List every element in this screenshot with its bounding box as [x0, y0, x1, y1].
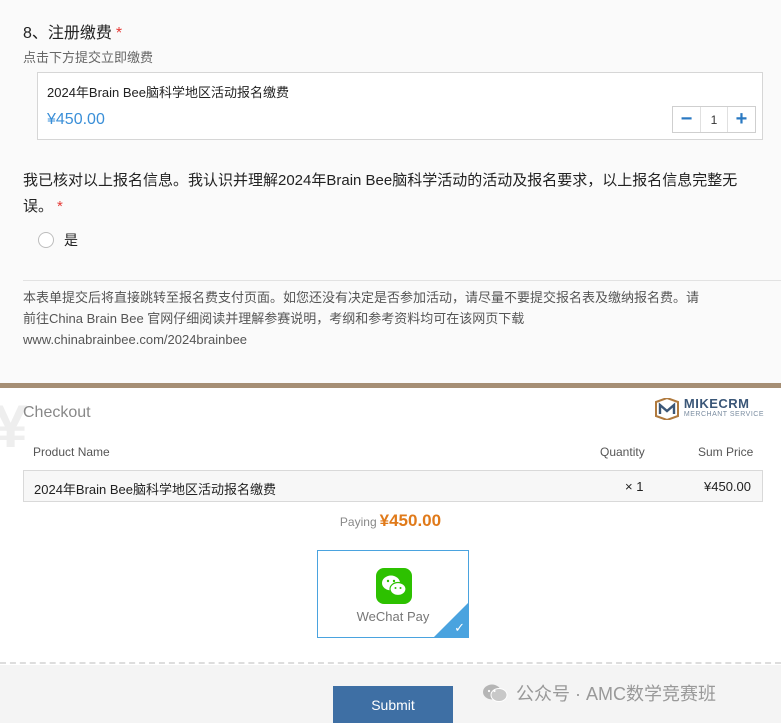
- confirm-statement: 我已核对以上报名信息。我认识并理解2024年Brain Bee脑科学活动的活动及…: [23, 172, 738, 215]
- decrease-quantity-button[interactable]: −: [673, 107, 700, 132]
- row-sum-price: ¥450.00: [704, 479, 751, 494]
- product-name: 2024年Brain Bee脑科学地区活动报名缴费: [47, 85, 290, 100]
- row-product-name: 2024年Brain Bee脑科学地区活动报名缴费: [34, 482, 277, 497]
- required-mark: *: [115, 25, 123, 42]
- header-quantity: Quantity: [600, 445, 645, 459]
- wechat-icon: [376, 568, 412, 604]
- confirm-option-label: 是: [64, 232, 78, 248]
- notice-link[interactable]: www.chinabrainbee.com/2024brainbee: [23, 329, 768, 350]
- required-mark: *: [57, 198, 63, 215]
- quantity-input[interactable]: 1: [700, 107, 728, 132]
- logo-text: MIKECRM: [683, 396, 750, 411]
- submit-button[interactable]: Submit: [333, 686, 453, 723]
- paying-summary: Paying ¥450.00: [0, 511, 781, 531]
- watermark-text: 公众号 · AMC数学竞赛班: [516, 684, 716, 704]
- paying-amount: ¥450.00: [379, 511, 442, 530]
- paying-label: Paying: [339, 515, 377, 529]
- confirm-radio[interactable]: [38, 232, 54, 248]
- yen-watermark-icon: ¥: [0, 393, 28, 460]
- question-title: 8、注册缴费 *: [23, 25, 123, 42]
- question-description: 点击下方提交立即缴费: [23, 50, 154, 65]
- product-price: ¥450.00: [47, 111, 105, 128]
- checkout-panel: ¥ Checkout MIKECRM MERCHANT SERVICE Prod…: [0, 390, 781, 723]
- logo-subtext: MERCHANT SERVICE: [683, 411, 764, 418]
- section-divider: [23, 280, 781, 281]
- confirm-option[interactable]: 是: [38, 230, 78, 250]
- wechat-watermark-icon: [483, 684, 508, 702]
- wechat-pay-option[interactable]: WeChat Pay ✓: [317, 550, 469, 638]
- section-separator: [0, 383, 781, 388]
- table-row: 2024年Brain Bee脑科学地区活动报名缴费 × 1 ¥450.00: [23, 470, 763, 502]
- header-sum-price: Sum Price: [698, 445, 754, 459]
- wechat-watermark: 公众号 · AMC数学竞赛班: [482, 680, 716, 706]
- mikecrm-logo: MIKECRM MERCHANT SERVICE: [654, 396, 764, 420]
- increase-quantity-button[interactable]: +: [728, 107, 755, 132]
- quantity-stepper: − 1 +: [672, 106, 756, 133]
- dashed-divider: [0, 662, 781, 664]
- registration-form: 8、注册缴费 * 点击下方提交立即缴费 2024年Brain Bee脑科学地区活动…: [0, 0, 781, 383]
- product-item: 2024年Brain Bee脑科学地区活动报名缴费 ¥450.00 − 1 +: [37, 72, 763, 140]
- mikecrm-logo-icon: [654, 398, 679, 420]
- checkout-title: Checkout: [23, 404, 91, 421]
- row-quantity: × 1: [625, 479, 644, 494]
- notice-text: 本表单提交后将直接跳转至报名费支付页面。如您还没有决定是否参加活动，请尽量不要提…: [23, 287, 768, 350]
- header-product-name: Product Name: [33, 445, 110, 459]
- check-icon: ✓: [454, 620, 465, 635]
